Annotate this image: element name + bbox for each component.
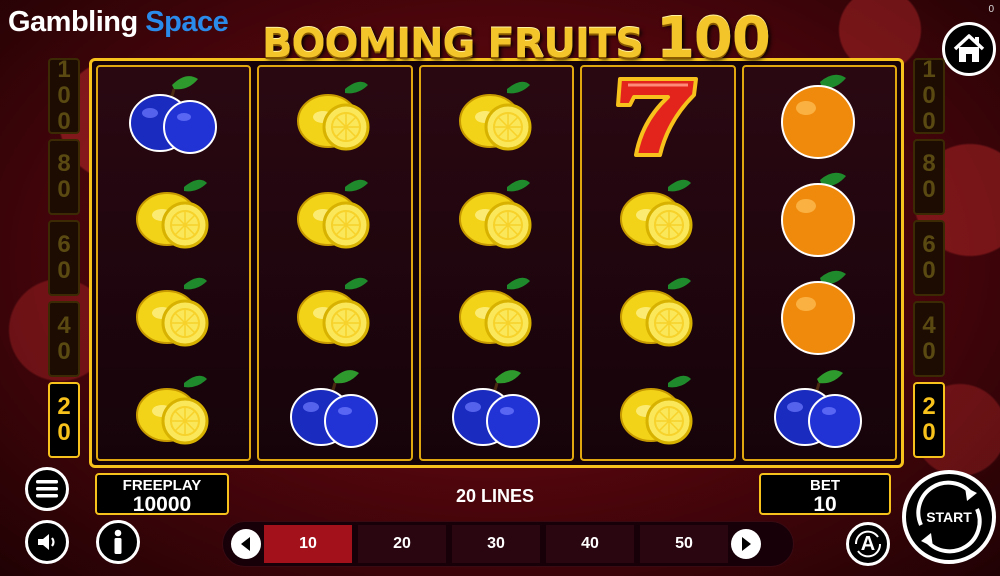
- bet-option-10[interactable]: 10: [264, 525, 352, 563]
- start-label: START: [926, 509, 972, 525]
- autoplay-button[interactable]: A: [846, 522, 890, 566]
- bet-value: 10: [813, 493, 837, 516]
- line-marker-right-80: 80: [913, 139, 945, 215]
- line-marker-digit: 2: [57, 393, 71, 420]
- line-marker-digit: 8: [922, 150, 936, 177]
- bet-selector: 10 20 30 40 50: [222, 521, 794, 567]
- plum-symbol-icon: [769, 362, 869, 458]
- lemon-symbol-icon: [608, 166, 708, 262]
- line-marker-digit: 0: [922, 338, 936, 365]
- freeplay-label: FREEPLAY: [122, 477, 202, 494]
- title-number: 100: [655, 6, 771, 71]
- line-marker-left-60: 60: [48, 220, 80, 296]
- line-marker-digit: 0: [57, 419, 71, 446]
- menu-button[interactable]: [25, 467, 69, 511]
- bet-label: BET: [810, 477, 840, 494]
- plum-symbol-icon: [285, 362, 385, 458]
- logo-part2: Space: [145, 6, 229, 38]
- line-marker-digit: 0: [922, 176, 936, 203]
- line-marker-digit: 4: [922, 312, 936, 339]
- lemon-symbol-icon: [447, 264, 547, 360]
- sound-icon: [38, 534, 55, 550]
- lemon-symbol-icon: [447, 166, 547, 262]
- menu-icon: [36, 480, 58, 498]
- lemon-symbol-icon: [285, 264, 385, 360]
- home-icon: [953, 34, 985, 62]
- info-icon: [114, 529, 122, 554]
- line-marker-digit: 2: [922, 393, 936, 420]
- sound-button[interactable]: [25, 520, 69, 564]
- home-button[interactable]: [942, 22, 996, 76]
- line-marker-digit: 0: [922, 257, 936, 284]
- line-markers-left: 10080604020: [48, 56, 80, 463]
- lemon-symbol-icon: [608, 362, 708, 458]
- line-marker-left-100: 100: [48, 56, 80, 135]
- line-marker-digit: 0: [922, 108, 936, 135]
- freeplay-value: 10000: [132, 493, 192, 516]
- orange-symbol-icon: [769, 264, 869, 360]
- line-marker-digit: 0: [57, 257, 71, 284]
- arrow-right-icon: [742, 537, 751, 551]
- bet-options: 10 20 30 40 50: [261, 525, 731, 563]
- corner-label: 0: [988, 4, 994, 15]
- freeplay-panel: FREEPLAY 10000: [95, 473, 229, 516]
- reel-2: [257, 65, 413, 461]
- plum-symbol-icon: [124, 68, 224, 164]
- line-marker-digit: 0: [922, 82, 936, 109]
- seven-symbol-icon: [608, 68, 708, 164]
- reel-5: [741, 65, 898, 461]
- lemon-symbol-icon: [608, 264, 708, 360]
- lemon-symbol-icon: [447, 68, 547, 164]
- line-marker-right-100: 100: [913, 56, 945, 135]
- line-marker-digit: 0: [57, 82, 71, 109]
- lemon-symbol-icon: [124, 362, 224, 458]
- lemon-symbol-icon: [124, 264, 224, 360]
- watermark-logo: Gambling Space: [8, 6, 229, 39]
- reel-3: [418, 65, 575, 461]
- start-button[interactable]: START: [902, 470, 996, 564]
- lemon-symbol-icon: [285, 166, 385, 262]
- line-marker-left-80: 80: [48, 139, 80, 215]
- plum-symbol-icon: [447, 362, 547, 458]
- bet-option-20[interactable]: 20: [358, 525, 446, 563]
- line-marker-left-40: 40: [48, 301, 80, 377]
- line-marker-digit: 8: [57, 150, 71, 177]
- autoplay-label: A: [860, 532, 876, 555]
- reels-area: [89, 58, 904, 468]
- bet-option-40[interactable]: 40: [546, 525, 634, 563]
- line-marker-digit: 0: [922, 419, 936, 446]
- line-marker-digit: 1: [922, 56, 936, 83]
- bet-panel: BET 10: [759, 473, 891, 516]
- line-marker-digit: 4: [57, 312, 71, 339]
- reel-4: [580, 65, 736, 461]
- line-markers-right: 10080604020: [913, 56, 945, 463]
- line-marker-digit: 6: [57, 231, 71, 258]
- line-marker-digit: 6: [922, 231, 936, 258]
- bet-option-50[interactable]: 50: [640, 525, 728, 563]
- line-marker-left-20: 20: [48, 382, 80, 458]
- line-marker-digit: 0: [57, 108, 71, 135]
- orange-symbol-icon: [769, 166, 869, 262]
- info-button[interactable]: [96, 520, 140, 564]
- reel-1: [96, 65, 252, 461]
- orange-symbol-icon: [769, 68, 869, 164]
- arrow-left-icon: [241, 537, 250, 551]
- line-marker-digit: 0: [57, 338, 71, 365]
- bet-next-button[interactable]: [731, 529, 761, 559]
- line-marker-right-20: 20: [913, 382, 945, 458]
- lemon-symbol-icon: [285, 68, 385, 164]
- bet-prev-button[interactable]: [231, 529, 261, 559]
- bet-option-30[interactable]: 30: [452, 525, 540, 563]
- lemon-symbol-icon: [124, 166, 224, 262]
- line-marker-digit: 0: [57, 176, 71, 203]
- game-title: BOOMING FRUITS 100: [262, 6, 771, 71]
- line-marker-right-40: 40: [913, 301, 945, 377]
- lines-label: 20 LINES: [455, 486, 535, 506]
- title-text: BOOMING FRUITS: [262, 21, 644, 67]
- line-marker-right-60: 60: [913, 220, 945, 296]
- line-marker-digit: 1: [57, 56, 71, 83]
- logo-part1: Gambling: [8, 6, 138, 38]
